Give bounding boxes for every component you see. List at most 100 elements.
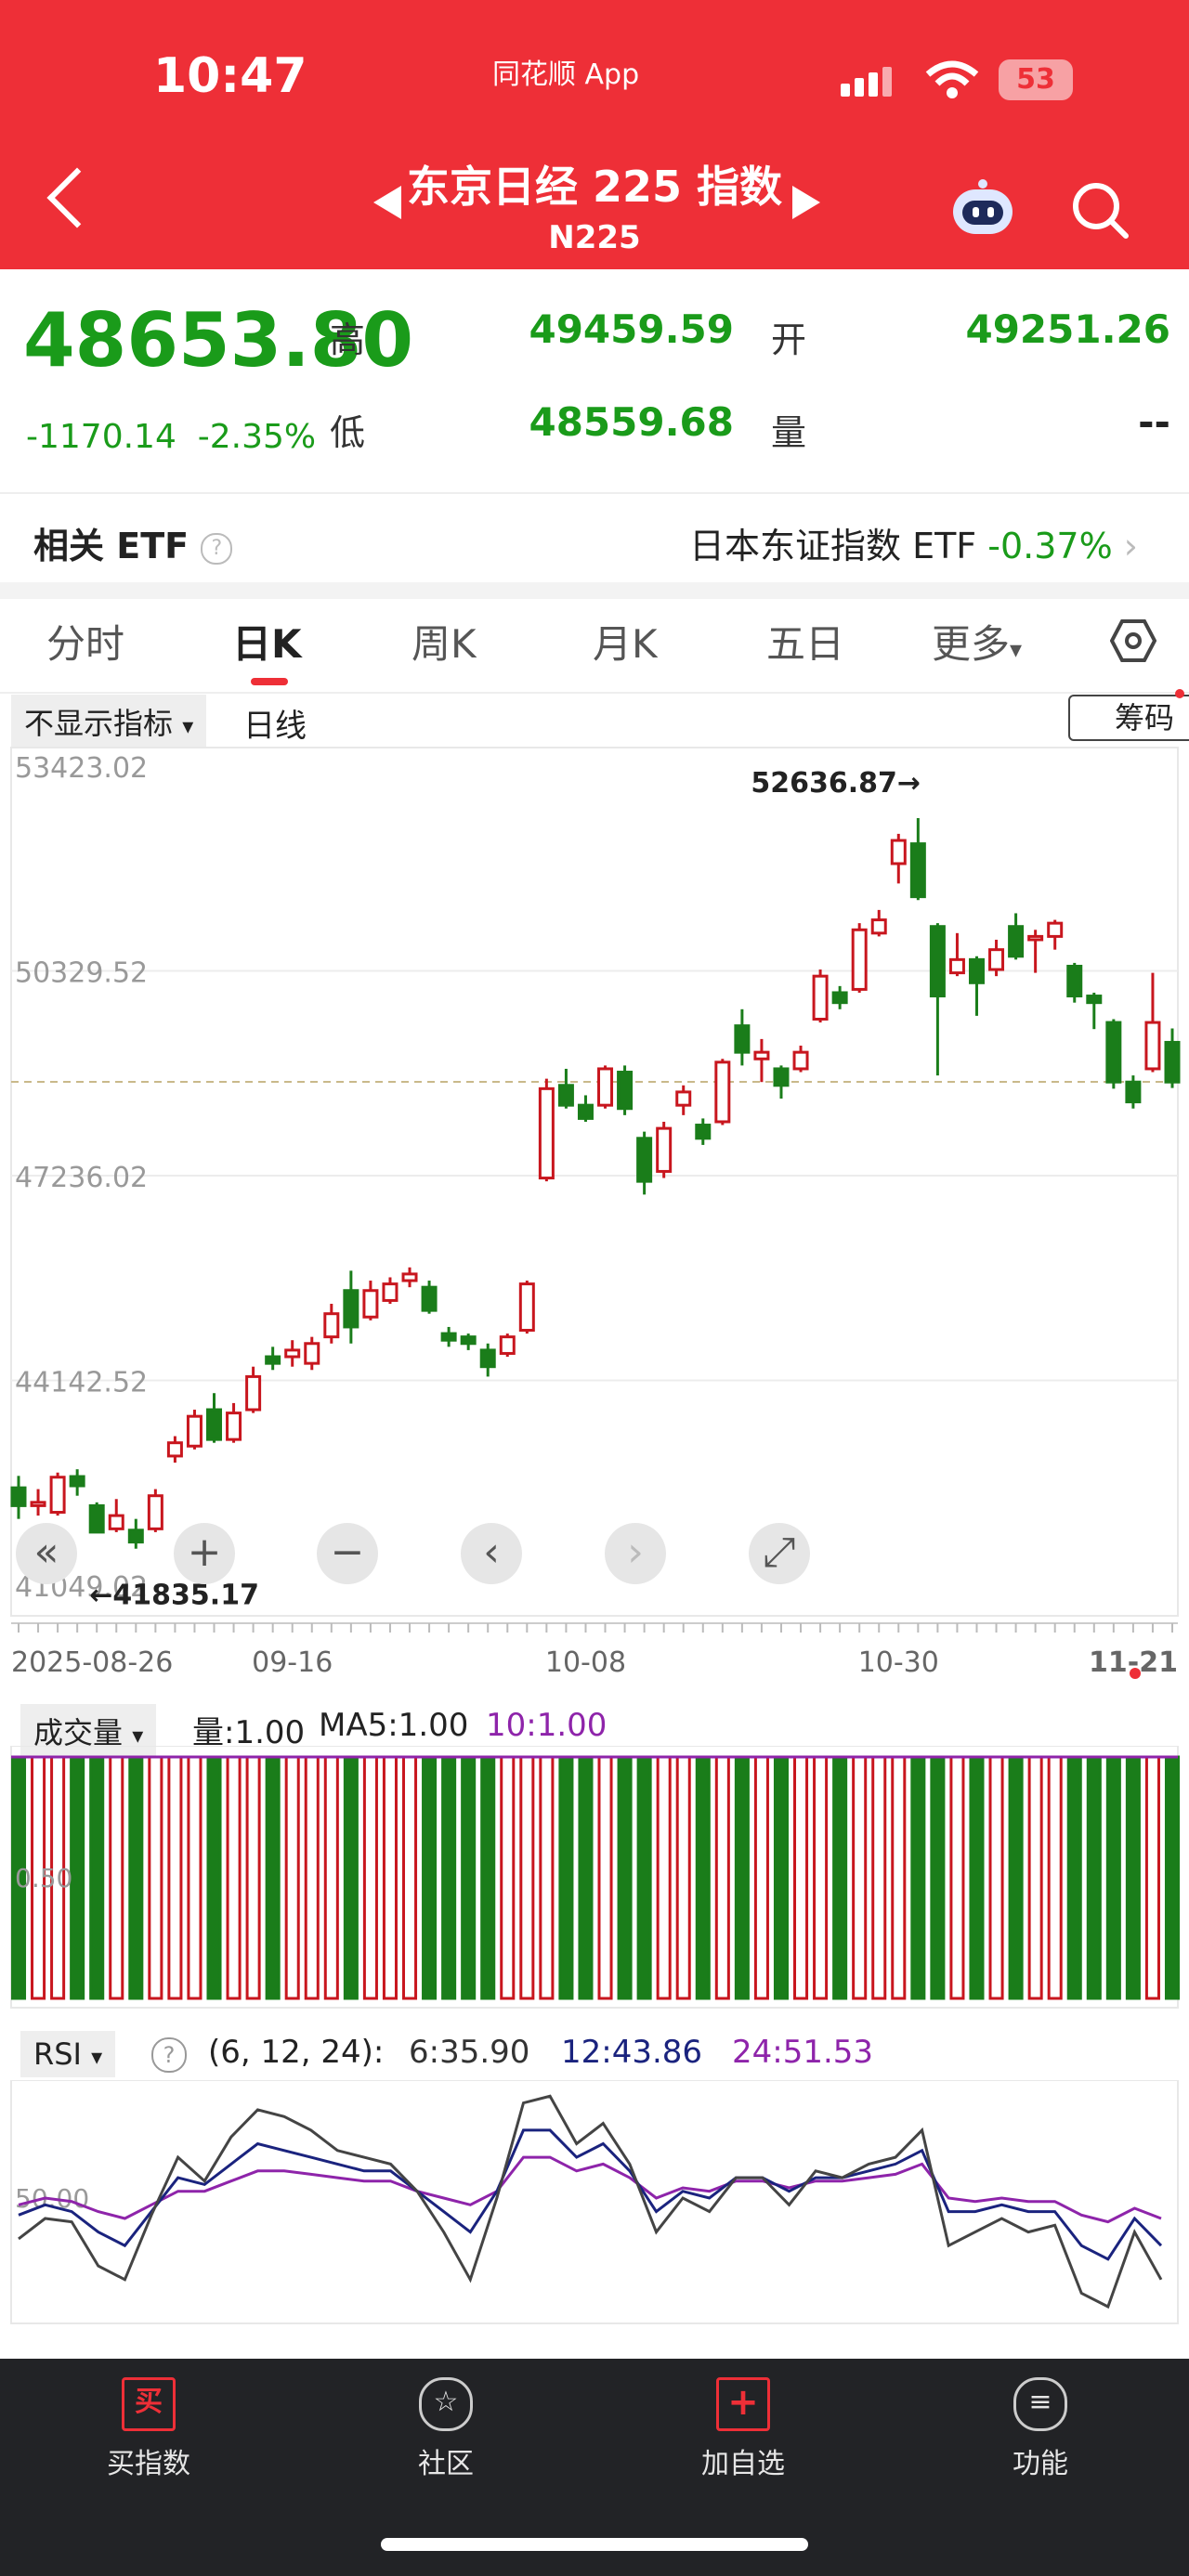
nav-community[interactable]: ☆ 社区 — [353, 2377, 539, 2481]
volume-bar — [832, 1755, 848, 2000]
change-value: -1170.14 — [26, 418, 176, 456]
next-button[interactable]: › — [605, 1523, 666, 1584]
candle-body — [10, 1486, 27, 1507]
candle-body — [597, 1067, 614, 1107]
status-time: 10:47 — [153, 48, 307, 104]
volume-bar — [578, 1755, 594, 2000]
volume-bar — [969, 1755, 985, 2000]
candle-body — [773, 1067, 790, 1087]
candle-body — [1105, 1021, 1122, 1084]
tab-weekly-k[interactable]: 周K — [412, 613, 477, 670]
related-etf-row[interactable]: 相关 ETF ? 日本东证指数 ETF -0.37% › — [0, 492, 1189, 599]
chevron-right-icon: › — [1123, 526, 1138, 566]
rsi24-value: 24:51.53 — [732, 2034, 874, 2071]
nav-buy-index[interactable]: 买 买指数 — [56, 2377, 242, 2481]
volume-bar — [949, 1755, 965, 2000]
fullscreen-button[interactable]: ⤢ — [749, 1523, 810, 1584]
indicator-select[interactable]: 不显示指标 ▾ — [11, 695, 207, 748]
buy-icon: 买 — [122, 2377, 176, 2431]
tab-five-day[interactable]: 五日 — [766, 613, 844, 670]
menu-icon: ≡ — [1013, 2377, 1067, 2431]
period-tabs: 分时 日K 周K 月K 五日 更多▾ — [0, 594, 1189, 694]
search-icon[interactable] — [1068, 178, 1131, 241]
candle-body — [675, 1090, 692, 1107]
rewind-button[interactable]: « — [16, 1523, 77, 1584]
candle-body — [421, 1285, 438, 1312]
volume-bar — [187, 1755, 203, 2000]
tab-intraday[interactable]: 分时 — [46, 613, 124, 670]
tab-more[interactable]: 更多▾ — [932, 613, 1022, 670]
volume-bar — [695, 1755, 711, 2000]
candle-body — [147, 1494, 163, 1530]
candle-body — [108, 1514, 124, 1530]
candle-body — [695, 1124, 712, 1140]
volume-bar — [1164, 1755, 1181, 2000]
candle-body — [831, 991, 848, 1005]
candle-body — [929, 925, 946, 998]
volume-bar — [441, 1755, 457, 2000]
volume-bar — [910, 1755, 926, 2000]
chips-button[interactable]: 筹码 — [1068, 695, 1189, 741]
prev-button[interactable]: ‹ — [461, 1523, 522, 1584]
tab-daily-k[interactable]: 日K — [232, 613, 302, 670]
volume-value: -- — [1138, 399, 1170, 445]
rsi6-line — [18, 2094, 1163, 2309]
candle-body — [284, 1348, 301, 1359]
x-tick-label: 2025-08-26 — [11, 1646, 173, 1679]
robot-assistant-icon[interactable] — [947, 178, 1018, 240]
volume-ma5-label: MA5:1.00 — [319, 1707, 469, 1744]
help-icon[interactable]: ? — [201, 532, 233, 565]
volume-bar — [245, 1755, 261, 2000]
wifi-icon — [925, 60, 979, 98]
nav-buy-label: 买指数 — [107, 2448, 190, 2480]
volume-bar — [206, 1755, 222, 2000]
candle-body — [49, 1476, 66, 1515]
candle-body — [636, 1137, 653, 1183]
volume-bar — [226, 1755, 242, 2000]
volume-ma10-label: 10:1.00 — [486, 1707, 608, 1744]
tab-monthly-k[interactable]: 月K — [593, 613, 658, 670]
volume-bar — [852, 1755, 868, 2000]
candle-body — [343, 1289, 359, 1329]
volume-bar — [714, 1755, 730, 2000]
nav-add-watchlist[interactable]: + 加自选 — [650, 2377, 836, 2481]
volume-chart[interactable]: 0.50 — [0, 1746, 1189, 2010]
caret-down-icon: ▾ — [91, 2044, 103, 2070]
zoom-out-button[interactable]: − — [317, 1523, 378, 1584]
nav-functions[interactable]: ≡ 功能 — [947, 2377, 1133, 2481]
candle-body — [1047, 921, 1064, 938]
candle-body — [557, 1084, 574, 1107]
candle-body — [988, 948, 1005, 971]
y-tick-label: 44142.52 — [15, 1367, 148, 1399]
volume-bar — [422, 1755, 438, 2000]
volume-bar — [988, 1755, 1004, 2000]
open-label: 开 — [771, 319, 807, 360]
etf-name: 日本东证指数 ETF — [689, 526, 977, 566]
volume-bar — [1125, 1755, 1141, 2000]
candle-body — [792, 1050, 809, 1071]
app-header: 10:47 同花顺 App 53 东京日经 225 指数 N225 — [0, 0, 1189, 269]
settings-hexagon-icon[interactable] — [1110, 618, 1156, 664]
candle-body — [1125, 1080, 1142, 1104]
rsi-help-icon[interactable]: ? — [151, 2037, 187, 2073]
candle-body — [127, 1529, 144, 1544]
candle-body — [186, 1414, 203, 1448]
volume-bar — [597, 1755, 613, 2000]
rsi-indicator-select[interactable]: RSI ▾ — [20, 2031, 116, 2077]
zoom-in-button[interactable]: + — [174, 1523, 235, 1584]
volume-label: 量 — [771, 412, 807, 453]
volume-bar — [148, 1755, 163, 2000]
rsi-chart[interactable]: 50.00 — [0, 2080, 1189, 2331]
candle-body — [30, 1501, 46, 1507]
candle-body — [1164, 1040, 1181, 1084]
caret-down-icon: ▾ — [132, 1723, 144, 1749]
candle-body — [518, 1282, 535, 1333]
candle-body — [460, 1335, 477, 1346]
low-value: 48559.68 — [529, 399, 734, 445]
latest-marker — [1130, 1668, 1141, 1679]
candle-body — [1086, 995, 1103, 1005]
next-index-icon[interactable] — [792, 186, 820, 219]
volume-bar — [636, 1755, 652, 2000]
candle-body — [265, 1355, 281, 1365]
volume-bar — [500, 1755, 516, 2000]
